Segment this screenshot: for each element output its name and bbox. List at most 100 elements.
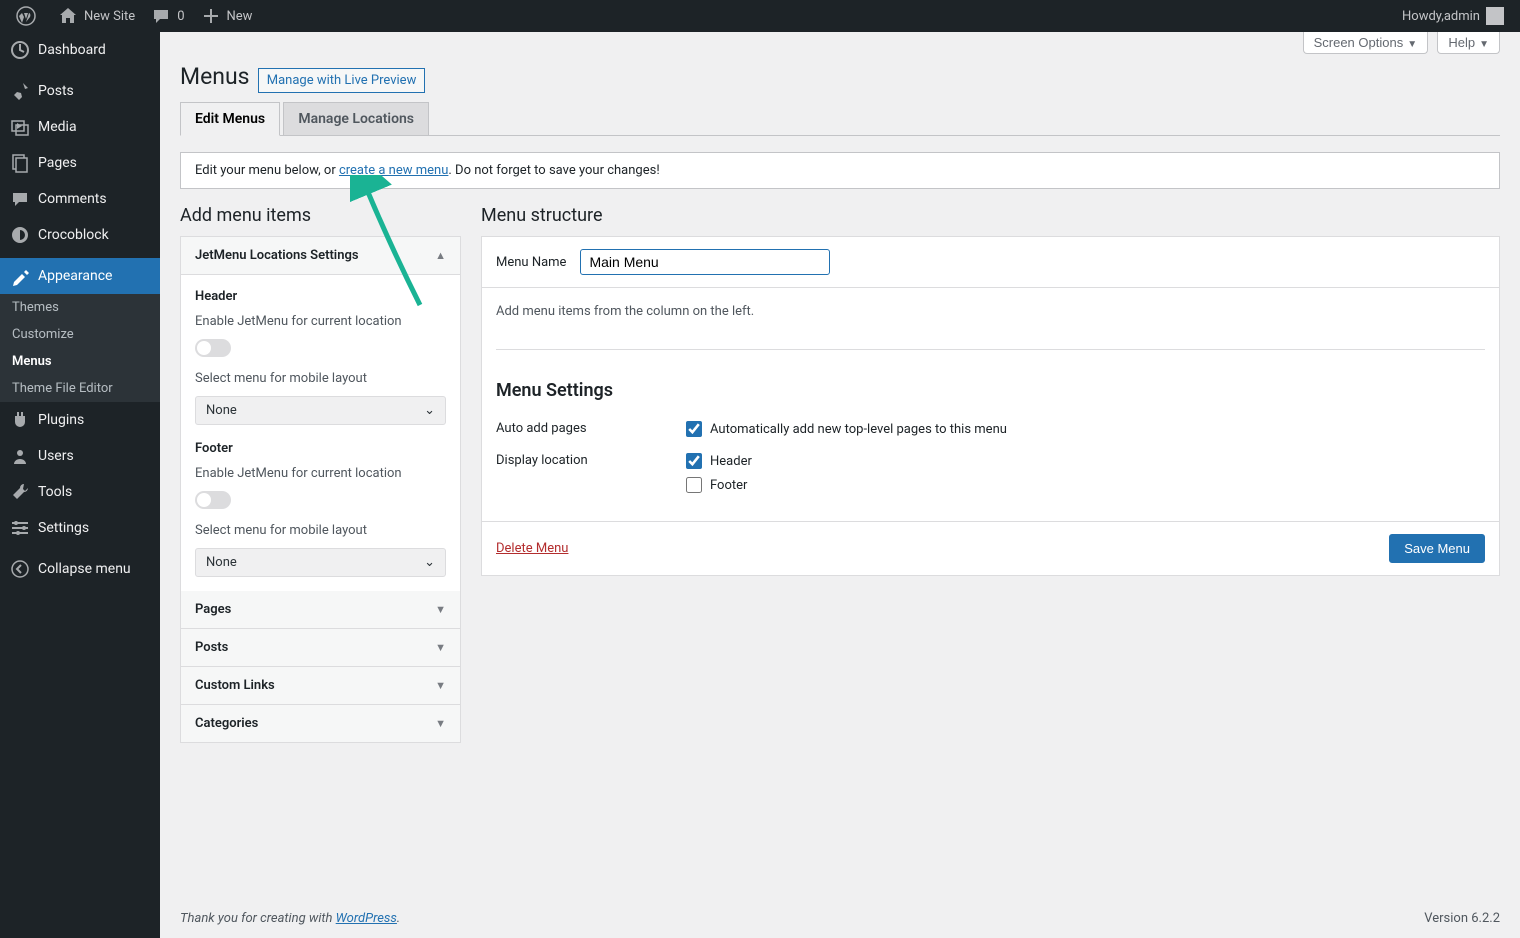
page-title: Menus xyxy=(180,63,250,90)
footer-wordpress-link[interactable]: WordPress xyxy=(336,911,397,926)
sidebar-item-users[interactable]: Users xyxy=(0,438,160,474)
jetmenu-mobile-header-label: Select menu for mobile layout xyxy=(195,371,446,386)
menu-name-label: Menu Name xyxy=(496,255,566,270)
jetmenu-locations-accordion[interactable]: JetMenu Locations Settings ▲ xyxy=(181,237,460,274)
sidebar-item-pages[interactable]: Pages xyxy=(0,145,160,181)
comment-icon xyxy=(151,6,171,26)
pages-icon xyxy=(10,153,30,173)
add-menu-items-heading: Add menu items xyxy=(180,205,461,226)
custom-links-accordion[interactable]: Custom Links ▼ xyxy=(181,667,460,704)
pin-icon xyxy=(10,81,30,101)
sidebar-item-settings[interactable]: Settings xyxy=(0,510,160,546)
delete-menu-link[interactable]: Delete Menu xyxy=(496,541,568,556)
tools-icon xyxy=(10,482,30,502)
settings-icon xyxy=(10,518,30,538)
sidebar-item-dashboard[interactable]: Dashboard xyxy=(0,32,160,68)
menu-name-input[interactable] xyxy=(580,249,830,275)
tab-manage-locations[interactable]: Manage Locations xyxy=(283,102,429,135)
chevron-up-icon: ▲ xyxy=(435,249,446,262)
comments-icon xyxy=(10,189,30,209)
tab-edit-menus[interactable]: Edit Menus xyxy=(180,102,280,136)
plus-icon xyxy=(201,6,221,26)
manage-live-preview-button[interactable]: Manage with Live Preview xyxy=(258,68,426,93)
jetmenu-enable-header-toggle[interactable] xyxy=(195,339,231,357)
manage-menus-notice: Edit your menu below, or create a new me… xyxy=(180,152,1500,189)
new-label: New xyxy=(227,9,253,24)
jetmenu-footer-heading: Footer xyxy=(195,441,446,456)
plugins-icon xyxy=(10,410,30,430)
admin-sidebar: Dashboard Posts Media Pages Comments Cro… xyxy=(0,32,160,938)
sidebar-item-comments[interactable]: Comments xyxy=(0,181,160,217)
media-icon xyxy=(10,117,30,137)
menu-body-hint: Add menu items from the column on the le… xyxy=(496,304,1485,319)
help-toggle[interactable]: Help▼ xyxy=(1437,32,1500,54)
location-header-checkbox[interactable] xyxy=(686,453,702,469)
users-icon xyxy=(10,446,30,466)
sidebar-item-tools[interactable]: Tools xyxy=(0,474,160,510)
chevron-down-icon: ⌄ xyxy=(424,403,435,418)
posts-accordion[interactable]: Posts ▼ xyxy=(181,629,460,666)
sidebar-item-plugins[interactable]: Plugins xyxy=(0,402,160,438)
sidebar-item-appearance[interactable]: Appearance xyxy=(0,258,160,294)
jetmenu-mobile-header-select[interactable]: None ⌄ xyxy=(195,396,446,425)
sidebar-item-posts[interactable]: Posts xyxy=(0,73,160,109)
avatar xyxy=(1486,7,1504,25)
chevron-down-icon: ▼ xyxy=(1407,39,1417,50)
dashboard-icon xyxy=(10,40,30,60)
jetmenu-mobile-footer-label: Select menu for mobile layout xyxy=(195,523,446,538)
location-footer-checkbox[interactable] xyxy=(686,477,702,493)
notice-text-pre: Edit your menu below, or xyxy=(195,163,339,178)
auto-add-pages-option[interactable]: Automatically add new top-level pages to… xyxy=(686,421,1007,437)
nav-tabs: Edit Menus Manage Locations xyxy=(180,102,1500,136)
wordpress-icon xyxy=(16,6,36,26)
categories-accordion[interactable]: Categories ▼ xyxy=(181,705,460,742)
chevron-down-icon: ▼ xyxy=(435,717,446,730)
submenu-item-menus[interactable]: Menus xyxy=(0,348,160,375)
auto-add-pages-label: Auto add pages xyxy=(496,421,686,445)
chevron-down-icon: ▼ xyxy=(435,641,446,654)
new-content-link[interactable]: New xyxy=(193,0,261,32)
location-header-option[interactable]: Header xyxy=(686,453,752,469)
site-name: New Site xyxy=(84,9,135,24)
jetmenu-enable-header-label: Enable JetMenu for current location xyxy=(195,314,446,329)
submenu-item-customize[interactable]: Customize xyxy=(0,321,160,348)
home-icon xyxy=(58,6,78,26)
collapse-icon xyxy=(10,559,30,579)
admin-toolbar: New Site 0 New Howdy, admin xyxy=(0,0,1520,32)
jetmenu-header-heading: Header xyxy=(195,289,446,304)
footer-thanks-post: . xyxy=(397,911,400,926)
location-footer-option[interactable]: Footer xyxy=(686,477,752,493)
appearance-submenu: Themes Customize Menus Theme File Editor xyxy=(0,294,160,402)
menu-settings-heading: Menu Settings xyxy=(496,380,1485,401)
jetmenu-enable-footer-toggle[interactable] xyxy=(195,491,231,509)
pages-accordion[interactable]: Pages ▼ xyxy=(181,591,460,628)
submenu-item-themes[interactable]: Themes xyxy=(0,294,160,321)
screen-options-toggle[interactable]: Screen Options▼ xyxy=(1303,32,1429,54)
screen-meta-links: Screen Options▼ Help▼ xyxy=(1297,32,1500,54)
jetmenu-mobile-footer-select[interactable]: None ⌄ xyxy=(195,548,446,577)
sidebar-item-media[interactable]: Media xyxy=(0,109,160,145)
footer-version: Version 6.2.2 xyxy=(1424,911,1500,926)
wp-logo-menu[interactable] xyxy=(8,0,50,32)
howdy-prefix: Howdy, xyxy=(1402,9,1444,24)
create-new-menu-link[interactable]: create a new menu xyxy=(339,163,448,178)
chevron-down-icon: ▼ xyxy=(435,679,446,692)
menu-structure-heading: Menu structure xyxy=(481,205,1500,226)
chevron-down-icon: ⌄ xyxy=(424,555,435,570)
crocoblock-icon xyxy=(10,225,30,245)
notice-text-post: . Do not forget to save your changes! xyxy=(448,163,659,178)
comments-link[interactable]: 0 xyxy=(143,0,192,32)
sidebar-item-crocoblock[interactable]: Crocoblock xyxy=(0,217,160,253)
submenu-item-theme-file-editor[interactable]: Theme File Editor xyxy=(0,375,160,402)
sidebar-collapse[interactable]: Collapse menu xyxy=(0,551,160,587)
site-name-link[interactable]: New Site xyxy=(50,0,143,32)
chevron-down-icon: ▼ xyxy=(435,603,446,616)
menu-edit-panel: Menu Name Add menu items from the column… xyxy=(481,236,1500,576)
comments-count: 0 xyxy=(177,9,184,24)
save-menu-button[interactable]: Save Menu xyxy=(1389,534,1485,563)
auto-add-pages-checkbox[interactable] xyxy=(686,421,702,437)
my-account-link[interactable]: Howdy, admin xyxy=(1394,0,1512,32)
jetmenu-enable-footer-label: Enable JetMenu for current location xyxy=(195,466,446,481)
admin-footer: Thank you for creating with WordPress. V… xyxy=(160,899,1520,938)
appearance-icon xyxy=(10,266,30,286)
